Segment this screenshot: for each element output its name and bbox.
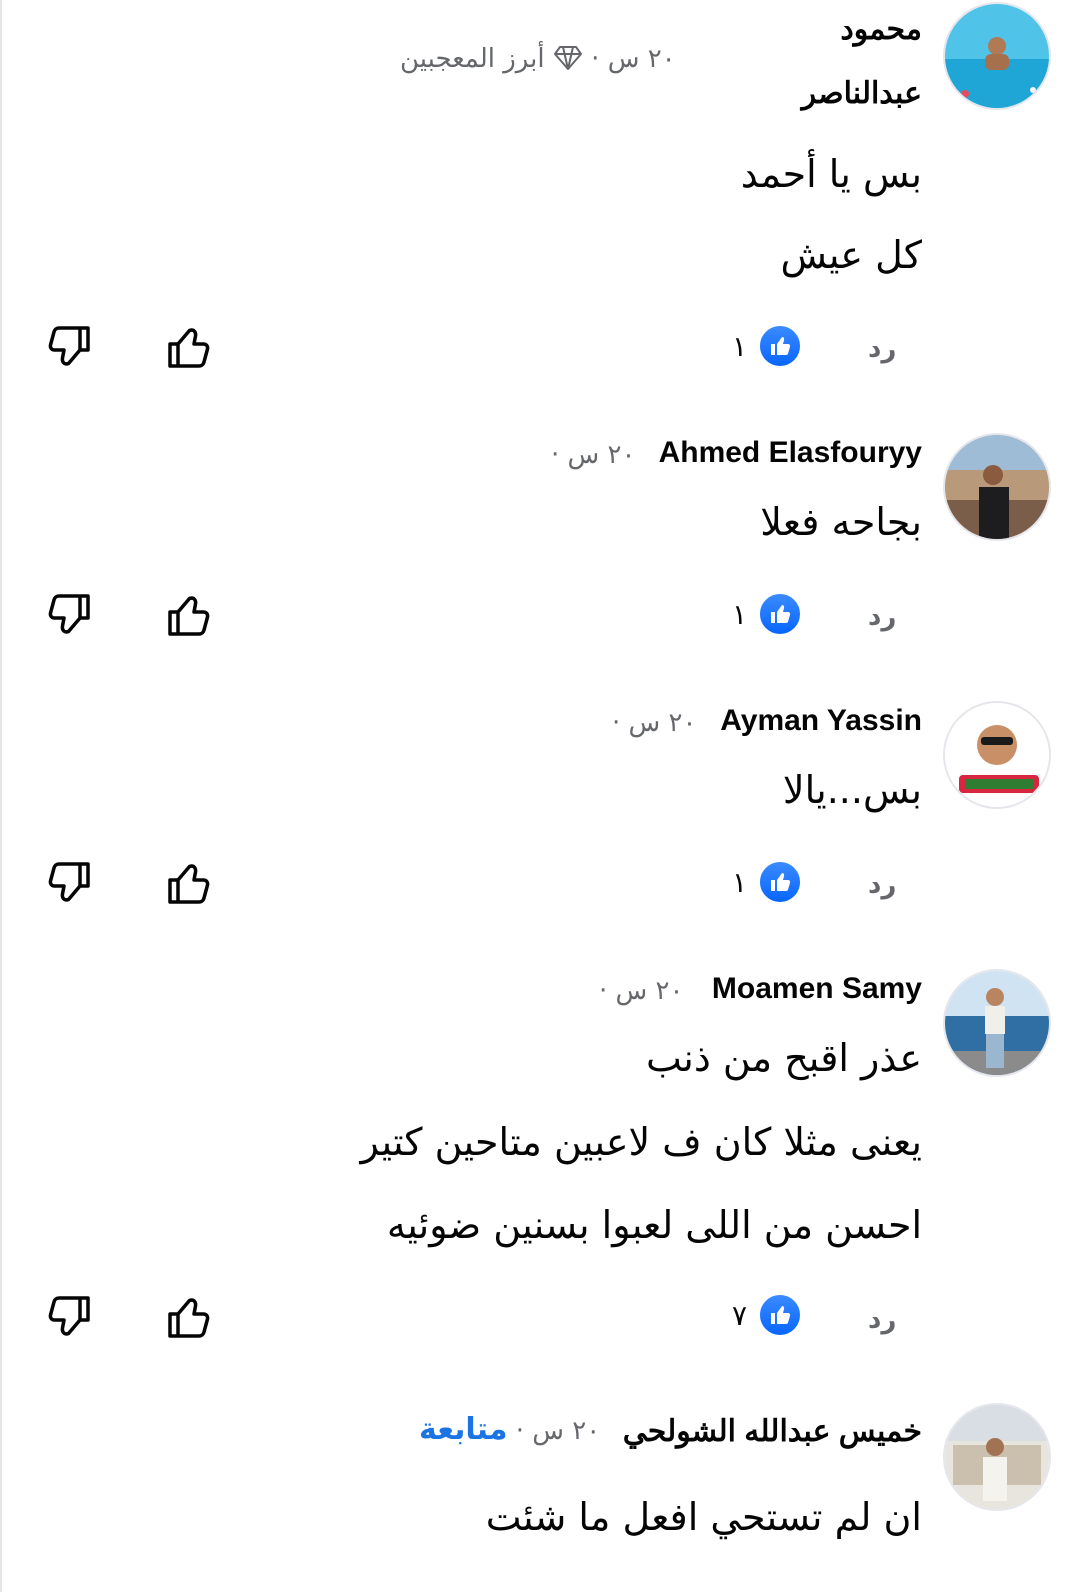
thumbs-down-outline-icon[interactable] (43, 858, 93, 908)
follow-button[interactable]: متابعة (419, 1412, 507, 1447)
avatar[interactable] (943, 969, 1051, 1077)
comment-meta: ٢٠ س · متابعة (419, 1412, 600, 1447)
comment-meta: ٢٠ س · أبرز المعجبين (400, 44, 676, 74)
comment-time[interactable]: ٢٠ س (532, 1416, 600, 1446)
commenter-name[interactable]: Ayman Yassin (720, 704, 922, 738)
like-thumb-icon[interactable] (757, 591, 803, 637)
thumbs-up-outline-icon[interactable] (165, 322, 215, 372)
commenter-name-continued[interactable]: عبدالناصر (802, 76, 922, 111)
avatar[interactable] (943, 1403, 1051, 1511)
separator: · (507, 1416, 525, 1446)
separator: · (551, 440, 568, 470)
comment-text-line: كل عيش (780, 233, 922, 277)
separator: · (599, 976, 616, 1006)
like-count[interactable]: ٧ (732, 1299, 747, 1332)
comment-text-line: يعنى مثلا كان ف لاعبين متاحين كتير (360, 1120, 922, 1164)
comment-text-line: عذر اقبح من ذنب (645, 1036, 922, 1080)
commenter-name[interactable]: Ahmed Elasfouryy (659, 436, 922, 470)
comment-time-text[interactable]: ٢٠ س (616, 976, 684, 1006)
thumbs-down-outline-icon[interactable] (43, 1292, 93, 1342)
avatar[interactable] (943, 701, 1051, 809)
comment-time[interactable]: ٢٠ س · (551, 440, 635, 470)
reply-link[interactable]: رد (868, 334, 896, 364)
commenter-name[interactable]: خميس عبدالله الشولحي (623, 1414, 922, 1449)
like-count[interactable]: ١ (732, 330, 747, 363)
comment-text-line: بس...يالا (782, 768, 922, 812)
comment-text-line: ان لم تستحي افعل ما شئت (485, 1495, 922, 1539)
diamond-icon (545, 44, 583, 74)
commenter-name[interactable]: Moamen Samy (712, 972, 922, 1006)
thumbs-down-outline-icon[interactable] (43, 322, 93, 372)
comment-text-line: بجاحه فعلا (760, 500, 922, 544)
avatar[interactable] (943, 433, 1051, 541)
commenter-name[interactable]: محمود (840, 12, 922, 47)
comment-text-line: احسن من اللى لعبوا بسنين ضوئيه (386, 1203, 922, 1247)
like-thumb-icon[interactable] (757, 1292, 803, 1338)
comment-time[interactable]: ٢٠ س (608, 44, 676, 74)
separator: · (612, 708, 629, 738)
reply-link[interactable]: رد (868, 1305, 896, 1335)
reply-link[interactable]: رد (868, 602, 896, 632)
like-count[interactable]: ١ (732, 866, 747, 899)
reply-link[interactable]: رد (868, 870, 896, 900)
like-thumb-icon[interactable] (757, 323, 803, 369)
comment-time[interactable]: ٢٠ س · (612, 708, 696, 738)
comments-page: محمود عبدالناصر ٢٠ س · أبرز المعجبين بس … (0, 0, 1076, 1592)
comment-time[interactable]: ٢٠ س · (599, 976, 683, 1006)
left-divider (0, 0, 2, 1592)
comment-time-text[interactable]: ٢٠ س (568, 440, 636, 470)
separator: · (582, 44, 600, 74)
like-count[interactable]: ١ (732, 598, 747, 631)
comment-text-line: بس يا أحمد (740, 152, 922, 196)
thumbs-up-outline-icon[interactable] (165, 858, 215, 908)
thumbs-down-outline-icon[interactable] (43, 590, 93, 640)
like-thumb-icon[interactable] (757, 859, 803, 905)
top-fan-badge: أبرز المعجبين (400, 44, 545, 74)
thumbs-up-outline-icon[interactable] (165, 590, 215, 640)
thumbs-up-outline-icon[interactable] (165, 1292, 215, 1342)
comment-time-text[interactable]: ٢٠ س (629, 708, 697, 738)
avatar[interactable] (943, 2, 1051, 110)
